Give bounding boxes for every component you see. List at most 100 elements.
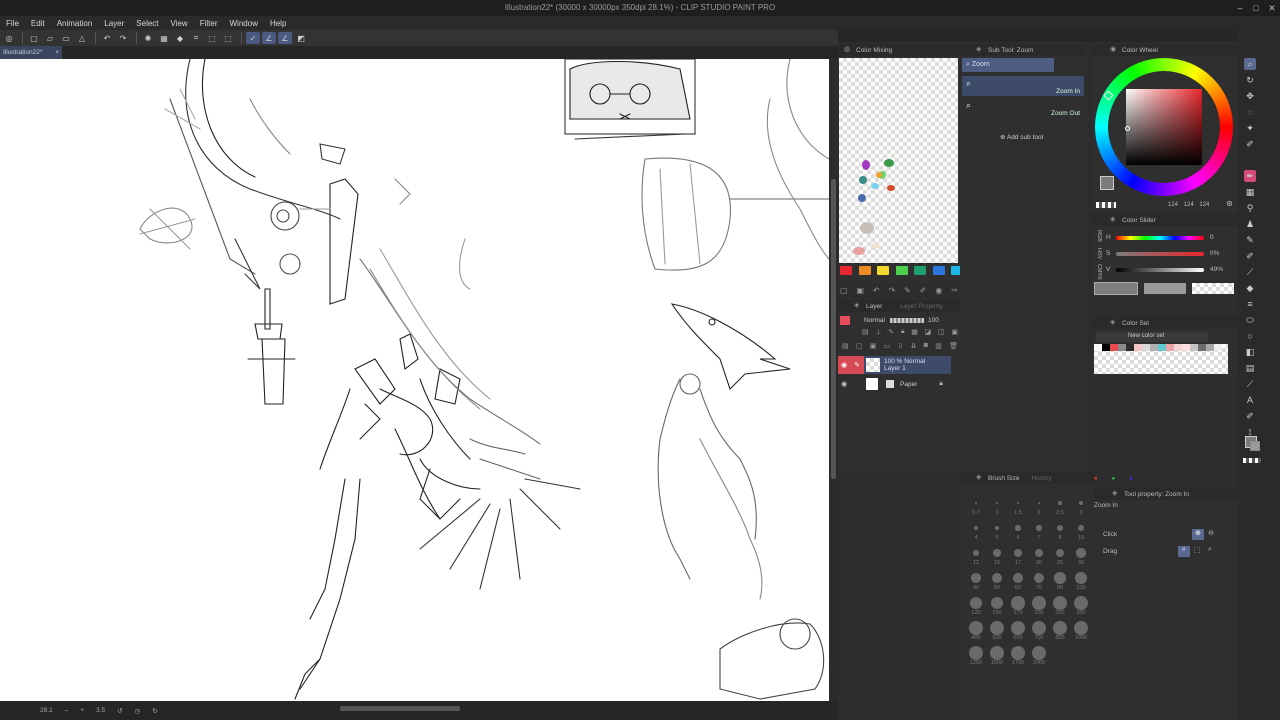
color-set-swatch[interactable] [1094, 344, 1102, 351]
drag-zoom-option[interactable]: ⌕ [1178, 546, 1190, 557]
saturation-slider[interactable] [1116, 252, 1204, 256]
clip-icon[interactable]: ▤ [862, 328, 869, 338]
color-set-swatch[interactable] [1110, 344, 1118, 351]
crop-icon[interactable]: ⌗ [189, 32, 203, 44]
select-all-icon[interactable]: ⬚ [205, 32, 219, 44]
brush-size-dot[interactable] [969, 596, 983, 610]
layer-lock-icon[interactable]: 🔒︎ [939, 380, 942, 388]
menu-view[interactable]: View [171, 19, 188, 28]
menu-help[interactable]: Help [270, 19, 286, 28]
minimize-icon[interactable]: – [1232, 0, 1248, 16]
airbrush-icon[interactable]: ♟ [1244, 218, 1256, 230]
mode-label-hsv[interactable]: HSV [1096, 248, 1102, 259]
brush-size-dot[interactable] [1011, 646, 1025, 660]
mix-undo-icon[interactable]: ↶ [873, 286, 880, 298]
angle-value[interactable]: 3.5 [96, 707, 105, 714]
layer-property-tab[interactable]: Layer Property [900, 303, 943, 310]
zoom-tool-icon[interactable]: ⌕ [1244, 58, 1256, 70]
brush-size-dot[interactable] [996, 502, 998, 504]
hand-tool-icon[interactable]: ✥ [1244, 90, 1256, 102]
layer-title[interactable]: Layer [866, 303, 882, 310]
swatch-red[interactable] [840, 266, 852, 275]
new-folder-icon[interactable]: ▭ [884, 342, 891, 352]
text-a-icon[interactable]: A [1244, 394, 1256, 406]
visibility-eye-icon[interactable]: ◉ [838, 356, 850, 374]
drag-zoom-area-option[interactable]: ⬚ [1191, 546, 1203, 557]
maximize-icon[interactable]: □ [1248, 0, 1264, 16]
apply-mask-icon[interactable]: ▥ [935, 342, 942, 352]
canvas-horizontal-scrollbar[interactable] [340, 706, 460, 711]
color-mixing-canvas[interactable] [839, 58, 958, 263]
blend-mode-select[interactable]: Normal [864, 317, 890, 324]
brush-size-dot[interactable] [990, 646, 1004, 660]
brush-size-dot[interactable] [1032, 596, 1046, 610]
lock-icon[interactable]: 🔒︎ [901, 328, 905, 338]
hue-value[interactable]: 0 [1210, 234, 1214, 241]
brush-size-dot[interactable] [1036, 525, 1042, 531]
brush-size-dot[interactable] [990, 621, 1004, 635]
sub-tool-item-zoom-in[interactable]: ⌕ Zoom In [962, 76, 1084, 96]
hue-marker[interactable] [1103, 90, 1114, 101]
move-tool-icon[interactable]: ↻ [1244, 74, 1256, 86]
main-color-chip[interactable] [1094, 282, 1138, 295]
pencil-tool-icon[interactable]: ▦ [1244, 186, 1256, 198]
click-zoom-in-option[interactable]: ⊕ [1192, 529, 1204, 540]
visibility-eye-icon[interactable]: ◉ [838, 380, 850, 388]
correct-line-icon[interactable]: ✐ [1244, 410, 1256, 422]
balloon-icon[interactable]: ⟋ [1244, 378, 1256, 390]
color-set-swatch[interactable] [1190, 344, 1198, 351]
brush-size-dot[interactable] [990, 596, 1004, 610]
menu-file[interactable]: File [6, 19, 19, 28]
brush-size-dot[interactable] [1054, 572, 1066, 584]
swatch-blue[interactable] [932, 266, 945, 275]
brush-tool-icon[interactable]: ⚲ [1244, 202, 1256, 214]
sub-tool-item-zoom-out[interactable]: ⌕ Zoom Out [962, 98, 1084, 118]
brush-size-dot[interactable] [1079, 501, 1083, 505]
saturation-value[interactable]: 0% [1210, 250, 1219, 257]
click-zoom-out-option[interactable]: ⊖ [1205, 529, 1217, 540]
brush-size-dot[interactable] [1012, 572, 1024, 584]
red-dot-icon[interactable]: ● [1094, 476, 1098, 482]
mix-pen-icon[interactable]: ✎ [904, 286, 911, 298]
save-icon[interactable]: ▭ [59, 32, 73, 44]
scroll-thumb[interactable] [831, 179, 836, 479]
swatch-orange[interactable] [858, 266, 871, 275]
mix-brush-icon[interactable]: ✐ [920, 286, 927, 298]
canvas-vertical-scrollbar[interactable] [829, 59, 838, 701]
brush-size-dot[interactable] [969, 646, 983, 660]
zoom-value[interactable]: 28.1 [40, 707, 53, 714]
layer-row[interactable]: ◉ ✎ 100 % Normal Layer 1 [838, 356, 951, 374]
brush-size-dot[interactable] [1032, 646, 1046, 660]
brush-size-dot[interactable] [1075, 572, 1087, 584]
drag-zoom-alt-option[interactable]: ⌕ [1204, 546, 1216, 557]
combine-icon[interactable]: ⇊ [911, 342, 917, 352]
color-set-swatch[interactable] [1214, 344, 1222, 351]
menu-layer[interactable]: Layer [104, 19, 124, 28]
menu-select[interactable]: Select [136, 19, 158, 28]
mix-blend-icon[interactable]: ◉ [935, 286, 942, 298]
blue-dot-icon[interactable]: ● [1129, 476, 1133, 482]
brush-size-dot[interactable] [1032, 621, 1046, 635]
document-tab-close[interactable]: × [55, 49, 59, 56]
figure-tool-icon[interactable]: ⬭ [1244, 314, 1256, 326]
brush-size-dot[interactable] [994, 525, 1000, 531]
lock-alpha-icon[interactable]: ▦ [911, 328, 918, 338]
brush-size-dot[interactable] [1014, 549, 1022, 557]
close-icon[interactable]: ✕ [1264, 0, 1280, 16]
swatch-teal[interactable] [914, 266, 926, 275]
menu-window[interactable]: Window [230, 19, 258, 28]
tool-sub-color[interactable] [1250, 441, 1260, 451]
delete-layer-icon[interactable]: 🗑︎ [949, 342, 958, 352]
value-value[interactable]: 49% [1210, 266, 1223, 273]
mix-fit-icon[interactable]: ▣ [856, 286, 864, 298]
blend-tool-icon[interactable]: ⟋ [1244, 266, 1256, 278]
sub-color-chip[interactable] [1144, 283, 1186, 294]
brush-size-dot[interactable] [975, 502, 977, 504]
value-slider[interactable] [1116, 268, 1204, 272]
brush-size-dot[interactable] [1053, 621, 1067, 635]
color-set-swatch[interactable] [1126, 344, 1134, 351]
transparent-color-chip[interactable] [1192, 283, 1234, 294]
transparent-color[interactable] [1096, 202, 1116, 208]
brush-size-dot[interactable] [971, 573, 981, 583]
mix-eyedropper-icon[interactable]: ✑ [951, 286, 958, 298]
